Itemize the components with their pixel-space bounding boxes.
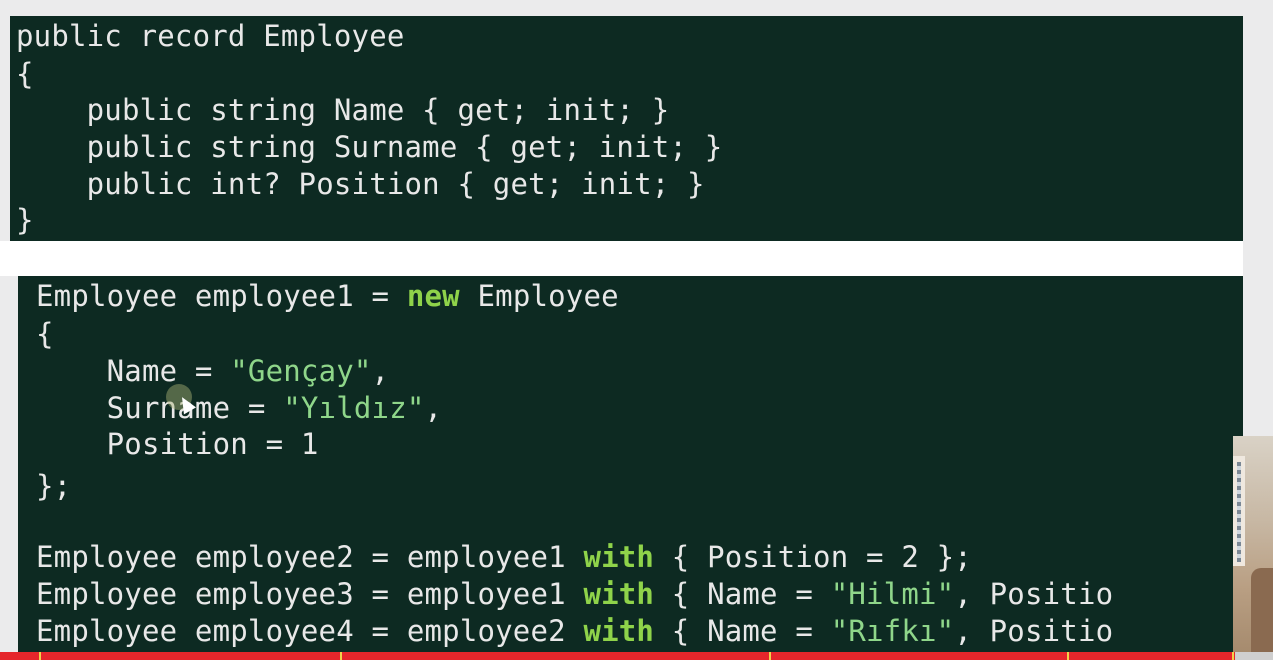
keyword-with: with — [583, 540, 655, 574]
string-literal: "Hilmi" — [830, 577, 955, 611]
background-bookshelf — [1237, 462, 1241, 562]
code-text: Surname = — [36, 391, 284, 425]
code-text: { — [36, 317, 54, 351]
string-literal: "Rıfkı" — [830, 614, 955, 648]
chapter-marker — [339, 652, 342, 660]
code-text: Employee employee4 = employee2 — [36, 614, 584, 648]
video-progress-bar[interactable] — [0, 652, 1273, 660]
video-frame: public record Employee { public string N… — [0, 0, 1273, 660]
code-text: { Position = 2 }; — [654, 540, 972, 574]
string-literal: "Gençay" — [230, 354, 372, 388]
code-line: public int? Position { get; init; } — [16, 166, 705, 202]
code-line: Employee employee2 = employee1 with { Po… — [36, 539, 972, 575]
code-text: , — [371, 354, 390, 388]
code-text: Employee — [459, 279, 619, 313]
video-progress-fill — [0, 652, 1235, 660]
code-line: }; — [36, 468, 71, 504]
code-text: } — [16, 203, 34, 237]
code-text: { Name = — [654, 577, 831, 611]
code-line: Employee employee1 = new Employee — [36, 278, 619, 314]
code-text: public record Employee — [16, 19, 405, 53]
webcam-overlay — [1233, 436, 1273, 652]
keyword-with: with — [583, 577, 655, 611]
usage-code-panel: Employee employee1 = new Employee { Name… — [18, 276, 1243, 660]
chapter-marker — [768, 652, 771, 660]
code-text: public int? Position { get; init; } — [16, 167, 705, 201]
code-text: }; — [36, 469, 72, 503]
code-line: { — [36, 316, 54, 352]
code-line: Position = 1 — [36, 426, 319, 462]
string-literal: "Yıldız" — [283, 391, 425, 425]
code-line: } — [16, 202, 34, 238]
code-text: Employee employee1 = — [36, 279, 407, 313]
code-line: public string Surname { get; init; } — [16, 129, 723, 165]
presenter-figure — [1251, 568, 1273, 652]
keyword-new: new — [406, 279, 460, 313]
chapter-marker — [1066, 652, 1069, 660]
code-text: Position = 1 — [36, 427, 319, 461]
code-line: Name = "Gençay", — [36, 353, 389, 389]
code-text: Employee employee3 = employee1 — [36, 577, 584, 611]
code-line: public record Employee — [16, 18, 405, 54]
code-line: Employee employee4 = employee2 with { Na… — [36, 613, 1113, 649]
code-text: Employee employee2 = employee1 — [36, 540, 584, 574]
keyword-with: with — [583, 614, 655, 648]
code-text: public string Surname { get; init; } — [16, 130, 723, 164]
record-code-panel: public record Employee { public string N… — [10, 16, 1243, 241]
code-text: public string Name { get; init; } — [16, 93, 670, 127]
code-text: , Positio — [954, 577, 1114, 611]
code-line: Employee employee3 = employee1 with { Na… — [36, 576, 1113, 612]
code-text: { Name = — [654, 614, 831, 648]
code-line: { — [16, 56, 34, 92]
code-text: , — [424, 391, 443, 425]
chapter-marker — [1232, 652, 1235, 660]
separator-strip — [0, 241, 1243, 276]
code-text: Name = — [36, 354, 231, 388]
chapter-marker — [39, 652, 42, 660]
code-text: { — [16, 57, 34, 91]
code-line: public string Name { get; init; } — [16, 92, 670, 128]
code-text: , Positio — [954, 614, 1114, 648]
code-line: Surname = "Yıldız", — [36, 390, 442, 426]
